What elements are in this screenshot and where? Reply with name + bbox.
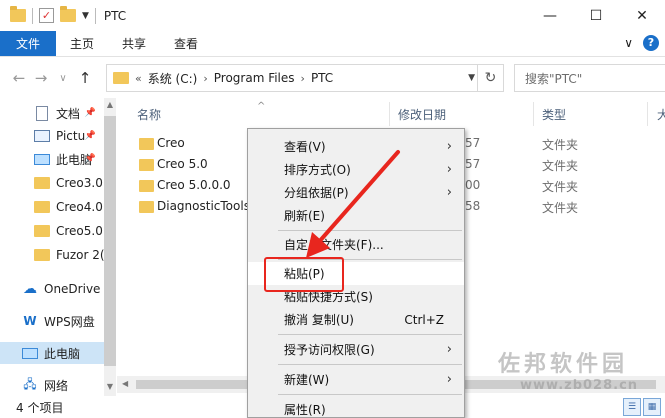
- annotation-arrow: [306, 150, 400, 258]
